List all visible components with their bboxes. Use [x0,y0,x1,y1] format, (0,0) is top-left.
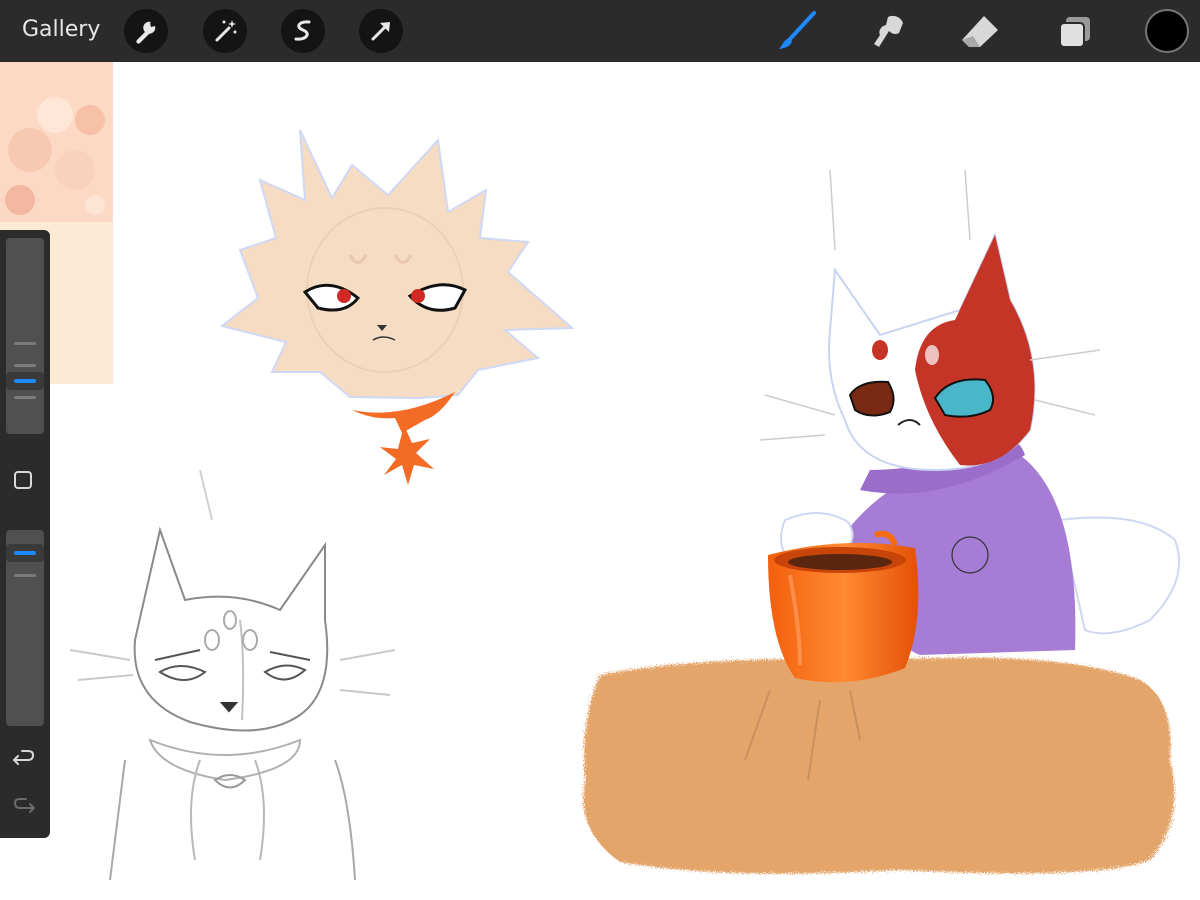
brush-size-knob[interactable] [6,371,44,390]
opacity-knob[interactable] [6,544,44,563]
top-toolbar: Gallery [0,0,1200,62]
redo-icon[interactable] [12,796,36,818]
left-sidebar [0,230,50,838]
selection-icon[interactable] [281,9,325,53]
pencil-cat-sketch [69,469,396,881]
color-picker-button[interactable] [1145,9,1189,53]
undo-icon[interactable] [12,748,36,770]
eraser-icon[interactable] [958,9,1002,53]
brush-icon[interactable] [776,9,820,53]
layers-icon[interactable] [1052,9,1096,53]
drawing-canvas[interactable] [0,62,1200,900]
magic-wand-icon[interactable] [203,9,247,53]
opacity-slider[interactable] [6,530,44,726]
transform-arrow-icon[interactable] [359,9,403,53]
square-icon[interactable] [14,471,32,489]
gallery-button[interactable]: Gallery [22,17,100,42]
fluffy-cat-sketch [219,129,575,485]
brush-size-slider[interactable] [6,238,44,434]
table-painting [583,657,1175,874]
wrench-icon[interactable] [124,9,168,53]
smudge-icon[interactable] [868,9,912,53]
